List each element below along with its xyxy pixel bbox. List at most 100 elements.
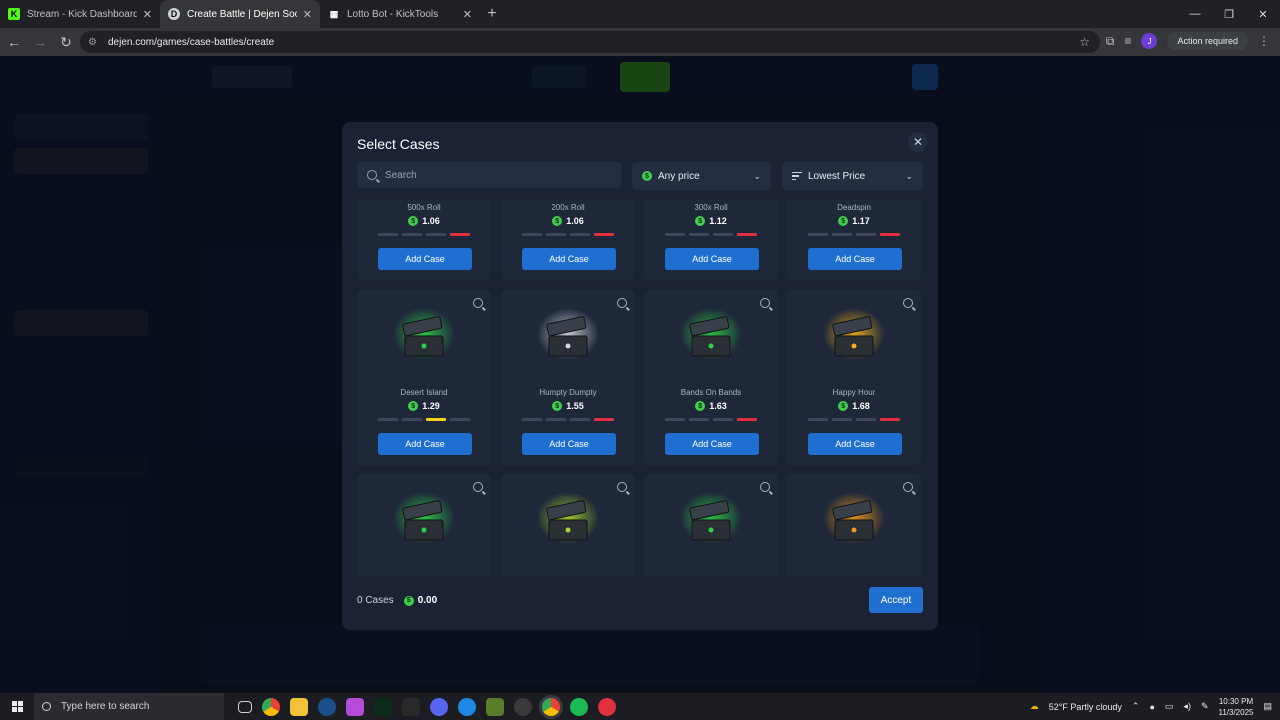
close-icon[interactable]: ✕ [908,132,928,152]
meter-segment [570,233,590,236]
back-arrow-icon[interactable]: ← [2,30,26,54]
meter-segment [737,418,757,421]
meter-segment [856,418,876,421]
minecraft-icon[interactable] [486,697,504,716]
task-view-icon[interactable] [238,700,252,713]
spotify-icon[interactable] [570,697,588,716]
chevron-down-icon: ⌄ [753,170,761,181]
action-required-button[interactable]: Action required [1167,32,1248,50]
add-case-button[interactable]: Add Case [808,433,902,455]
close-window-icon[interactable]: ✕ [1246,0,1280,28]
magnifier-icon[interactable] [760,298,770,308]
coin-icon: $ [695,401,706,411]
accept-button[interactable]: Accept [869,587,923,613]
tray-expand-icon[interactable]: ⌃ [1132,701,1140,712]
steam-icon[interactable] [318,697,336,716]
address-toolbar: ← → ↻ ⚙ dejen.com/games/case-battles/cre… [0,28,1280,56]
volatility-meter [378,233,470,236]
case-price-value: 1.17 [852,216,870,226]
meter-segment [378,233,398,236]
magnifier-icon[interactable] [903,298,913,308]
kebab-menu-icon[interactable]: ⋮ [1258,34,1270,48]
taskbar-apps [238,697,616,716]
volume-icon[interactable]: ◂) [1183,701,1191,712]
app-icon[interactable] [458,697,476,716]
app-icon[interactable] [598,697,616,716]
file-explorer-icon[interactable] [290,697,308,716]
case-card: Bands On Bands $1.63 Add Case [644,290,778,465]
pen-icon[interactable]: ✎ [1201,701,1209,712]
tab-lotto-bot[interactable]: ▦ Lotto Bot - KickTools ✕ [320,0,480,28]
add-case-button[interactable]: Add Case [522,433,616,455]
meter-segment [570,418,590,421]
case-price-value: 1.29 [422,401,440,411]
meter-segment [808,418,828,421]
case-price: $1.06 [501,216,635,226]
meter-segment [426,418,446,421]
tab-create-battle[interactable]: D Create Battle | Dejen Social Cas ✕ [160,0,320,28]
weather-icon[interactable]: ☁ [1030,701,1039,712]
media-control-icon[interactable]: ≡ [1124,34,1131,48]
case-name: Happy Hour [832,388,876,397]
windows-start-icon[interactable] [0,693,34,720]
new-tab-button[interactable]: + [480,0,504,28]
tab-title: Stream - Kick Dashboard [27,8,137,20]
taskbar-search[interactable]: Type here to search [34,693,224,720]
volatility-meter [665,418,757,421]
sort-dropdown[interactable]: Lowest Price ⌄ [782,162,923,190]
add-case-button[interactable]: Add Case [378,248,472,270]
microphone-icon[interactable]: ● [1149,702,1154,712]
meter-segment [832,233,852,236]
meter-segment [808,233,828,236]
app-icon[interactable] [346,697,364,716]
meter-segment [737,233,757,236]
restore-icon[interactable]: ❐ [1212,0,1246,28]
tab-kick-dashboard[interactable]: K Stream - Kick Dashboard ✕ [0,0,160,28]
magnifier-icon[interactable] [473,482,483,492]
close-icon[interactable]: ✕ [303,8,312,21]
total-amount: $ 0.00 [403,595,437,606]
minimize-icon[interactable]: — [1178,0,1212,28]
url-bar[interactable]: ⚙ dejen.com/games/case-battles/create ☆ [80,31,1100,53]
case-price-value: 1.68 [852,401,870,411]
profile-avatar[interactable]: J [1141,33,1158,49]
network-icon[interactable]: ▭ [1165,701,1174,712]
clock[interactable]: 10:30 PM 11/3/2025 [1218,696,1253,718]
search-input[interactable] [385,169,605,181]
magnifier-icon[interactable] [760,482,770,492]
site-info-icon[interactable]: ⚙ [88,37,102,48]
weather-text[interactable]: 52°F Partly cloudy [1049,702,1122,712]
app-icon[interactable] [402,697,420,716]
bookmark-star-icon[interactable]: ☆ [1079,35,1090,49]
cast-icon[interactable]: ⧉ [1106,34,1115,49]
reload-icon[interactable]: ↻ [54,30,78,54]
chrome-icon[interactable] [262,697,280,716]
chrome-active-icon[interactable] [542,697,560,716]
meter-segment [402,418,422,421]
add-case-button[interactable]: Add Case [665,433,759,455]
obs-icon[interactable] [514,697,532,716]
add-case-button[interactable]: Add Case [378,433,472,455]
discord-icon[interactable] [430,697,448,716]
magnifier-icon[interactable] [903,482,913,492]
close-icon[interactable]: ✕ [143,8,152,21]
coin-icon: $ [403,595,414,606]
price-filter-dropdown[interactable]: $ Any price ⌄ [632,162,771,190]
case-card: 500x Roll $1.06 Add Case [357,200,491,280]
browser-tab-bar: K Stream - Kick Dashboard ✕ D Create Bat… [0,0,1280,28]
magnifier-icon[interactable] [473,298,483,308]
meter-segment [546,233,566,236]
add-case-button[interactable]: Add Case [808,248,902,270]
add-case-button[interactable]: Add Case [665,248,759,270]
hulu-icon[interactable] [374,697,392,716]
magnifier-icon[interactable] [617,482,627,492]
forward-arrow-icon[interactable]: → [28,30,52,54]
notifications-icon[interactable]: ▤ [1263,701,1272,712]
search-input-wrapper[interactable] [357,162,621,188]
case-name: 200x Roll [551,203,585,212]
add-case-button[interactable]: Add Case [522,248,616,270]
close-icon[interactable]: ✕ [463,8,472,21]
case-card [787,474,921,576]
case-price-value: 1.06 [422,216,440,226]
magnifier-icon[interactable] [617,298,627,308]
